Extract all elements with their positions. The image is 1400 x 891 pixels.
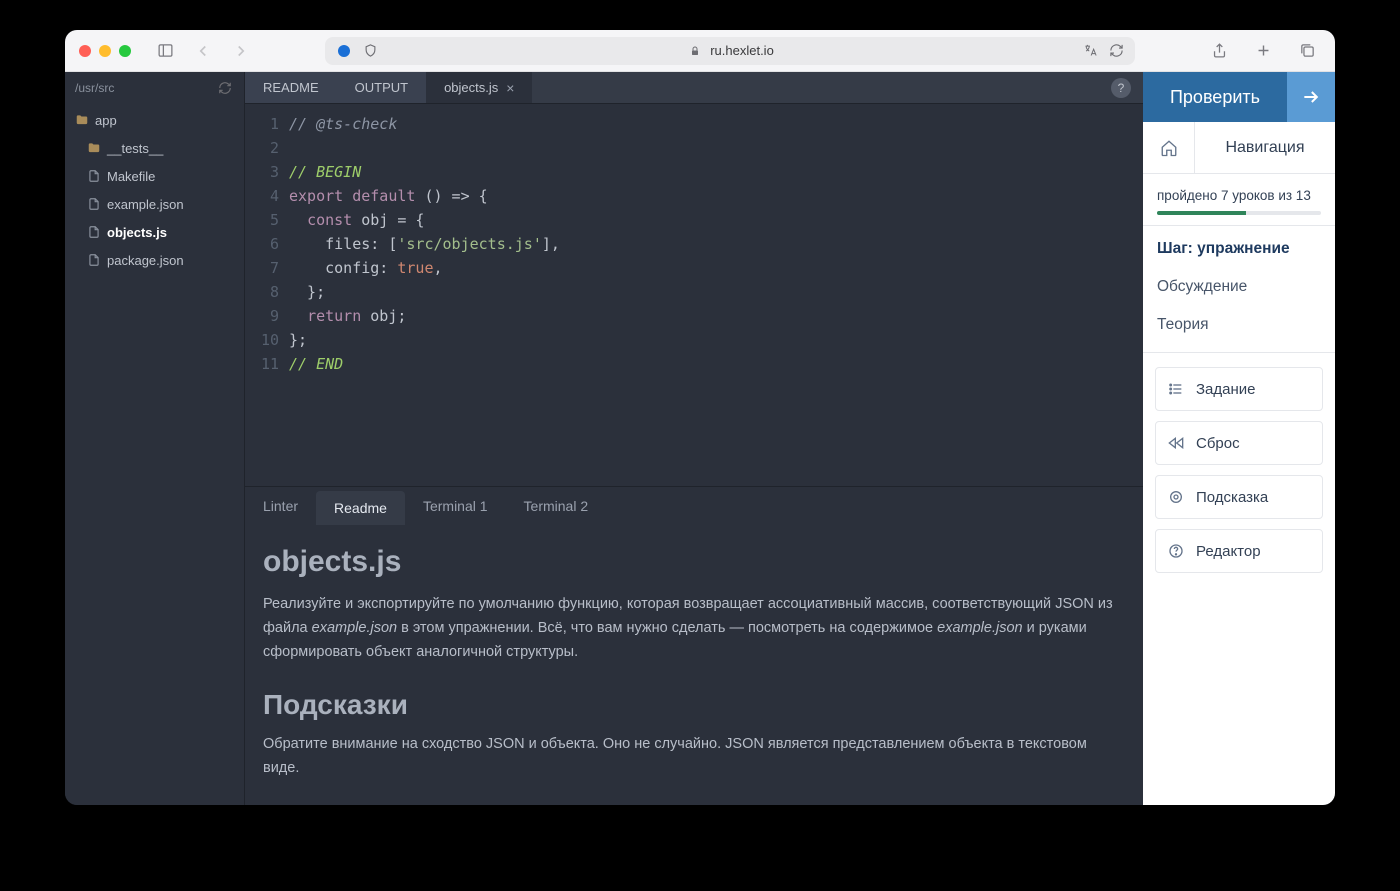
progress-bar xyxy=(1157,211,1321,215)
file-example-json[interactable]: example.json xyxy=(65,190,244,218)
file-package-json[interactable]: package.json xyxy=(65,246,244,274)
bottom-tabs: LinterReadmeTerminal 1Terminal 2 xyxy=(245,487,1143,525)
password-manager-icon[interactable] xyxy=(335,42,353,60)
forward-button[interactable] xyxy=(227,37,255,65)
shield-icon[interactable] xyxy=(361,42,379,60)
refresh-tree-icon[interactable] xyxy=(216,79,234,97)
editor-tab-README[interactable]: README xyxy=(245,72,337,103)
progress-block: пройдено 7 уроков из 13 xyxy=(1143,174,1335,226)
maximize-window-button[interactable] xyxy=(119,45,131,57)
tree-label: __tests__ xyxy=(107,141,163,156)
file-explorer-path: /usr/src xyxy=(75,81,114,95)
right-panel: Проверить Навигация пройдено 7 уроков из… xyxy=(1143,72,1335,805)
tree-label: objects.js xyxy=(107,225,167,240)
bottom-tab-Linter[interactable]: Linter xyxy=(245,487,316,525)
readme-p1: Реализуйте и экспортируйте по умолчанию … xyxy=(263,593,1125,665)
nav-item[interactable]: Шаг: упражнение xyxy=(1157,240,1321,258)
new-tab-button[interactable] xyxy=(1249,37,1277,65)
file-Makefile[interactable]: Makefile xyxy=(65,162,244,190)
help-icon xyxy=(1168,543,1186,559)
refresh-icon[interactable] xyxy=(1107,42,1125,60)
tree-label: Makefile xyxy=(107,169,155,184)
rewind-icon xyxy=(1168,435,1186,451)
tree-label: app xyxy=(95,113,117,128)
readme-h2: Подсказки xyxy=(263,689,1125,721)
card-list: Задание Сброс Подсказка Редактор xyxy=(1143,353,1335,587)
editor-tab-OUTPUT[interactable]: OUTPUT xyxy=(337,72,426,103)
folder-icon xyxy=(75,113,89,127)
list-icon xyxy=(1168,381,1186,397)
folder-__tests__[interactable]: __tests__ xyxy=(65,134,244,162)
card-Редактор[interactable]: Редактор xyxy=(1155,529,1323,573)
window-controls xyxy=(79,45,131,57)
progress-fill xyxy=(1157,211,1246,215)
card-Задание[interactable]: Задание xyxy=(1155,367,1323,411)
file-explorer: /usr/src app __tests__ Makefile example.jso… xyxy=(65,72,245,805)
check-button[interactable]: Проверить xyxy=(1143,72,1287,122)
close-window-button[interactable] xyxy=(79,45,91,57)
file-icon xyxy=(87,225,101,239)
navigation-label[interactable]: Навигация xyxy=(1195,122,1335,173)
sidebar-toggle-button[interactable] xyxy=(151,37,179,65)
readme-body: objects.js Реализуйте и экспортируйте по… xyxy=(245,525,1143,805)
target-icon xyxy=(1168,489,1186,505)
lock-icon xyxy=(686,42,704,60)
tabs-overview-button[interactable] xyxy=(1293,37,1321,65)
app-content: /usr/src app __tests__ Makefile example.jso… xyxy=(65,72,1335,805)
nav-item[interactable]: Обсуждение xyxy=(1157,278,1321,296)
browser-toolbar: ru.hexlet.io xyxy=(65,30,1335,72)
progress-text: пройдено 7 уроков из 13 xyxy=(1157,188,1321,203)
card-Подсказка[interactable]: Подсказка xyxy=(1155,475,1323,519)
card-Сброс[interactable]: Сброс xyxy=(1155,421,1323,465)
browser-window: ru.hexlet.io xyxy=(65,30,1335,805)
code-body[interactable]: // @ts-check// BEGINexport default () =>… xyxy=(289,112,1143,478)
bottom-panel: LinterReadmeTerminal 1Terminal 2 objects… xyxy=(245,486,1143,805)
editor-tabs: READMEOUTPUTobjects.js×? xyxy=(245,72,1143,104)
nav-list: Шаг: упражнение Обсуждение Теория xyxy=(1143,226,1335,353)
tree-label: package.json xyxy=(107,253,184,268)
bottom-tab-Terminal-1[interactable]: Terminal 1 xyxy=(405,487,506,525)
folder-app[interactable]: app xyxy=(65,106,244,134)
tree-label: example.json xyxy=(107,197,184,212)
help-icon[interactable]: ? xyxy=(1111,78,1131,98)
next-button[interactable] xyxy=(1287,72,1335,122)
readme-p2: Обратите внимание на сходство JSON и объ… xyxy=(263,733,1125,781)
file-icon xyxy=(87,169,101,183)
folder-icon xyxy=(87,141,101,155)
editor-area: READMEOUTPUTobjects.js×? 1234567891011 /… xyxy=(245,72,1143,805)
code-editor[interactable]: 1234567891011 // @ts-check// BEGINexport… xyxy=(245,104,1143,486)
back-button[interactable] xyxy=(189,37,217,65)
file-icon xyxy=(87,253,101,267)
share-button[interactable] xyxy=(1205,37,1233,65)
readme-h1: objects.js xyxy=(263,545,1125,579)
bottom-tab-Readme[interactable]: Readme xyxy=(316,491,405,525)
file-objects-js[interactable]: objects.js xyxy=(65,218,244,246)
nav-item[interactable]: Теория xyxy=(1157,316,1321,334)
url-host: ru.hexlet.io xyxy=(710,43,774,58)
close-tab-icon[interactable]: × xyxy=(506,80,514,96)
address-bar[interactable]: ru.hexlet.io xyxy=(325,37,1135,65)
home-button[interactable] xyxy=(1143,122,1195,173)
line-gutter: 1234567891011 xyxy=(245,112,289,478)
minimize-window-button[interactable] xyxy=(99,45,111,57)
bottom-tab-Terminal-2[interactable]: Terminal 2 xyxy=(506,487,607,525)
file-tree: app __tests__ Makefile example.json objects.… xyxy=(65,104,244,274)
editor-tab-objects-js[interactable]: objects.js× xyxy=(426,72,532,103)
translate-icon[interactable] xyxy=(1081,42,1099,60)
file-icon xyxy=(87,197,101,211)
